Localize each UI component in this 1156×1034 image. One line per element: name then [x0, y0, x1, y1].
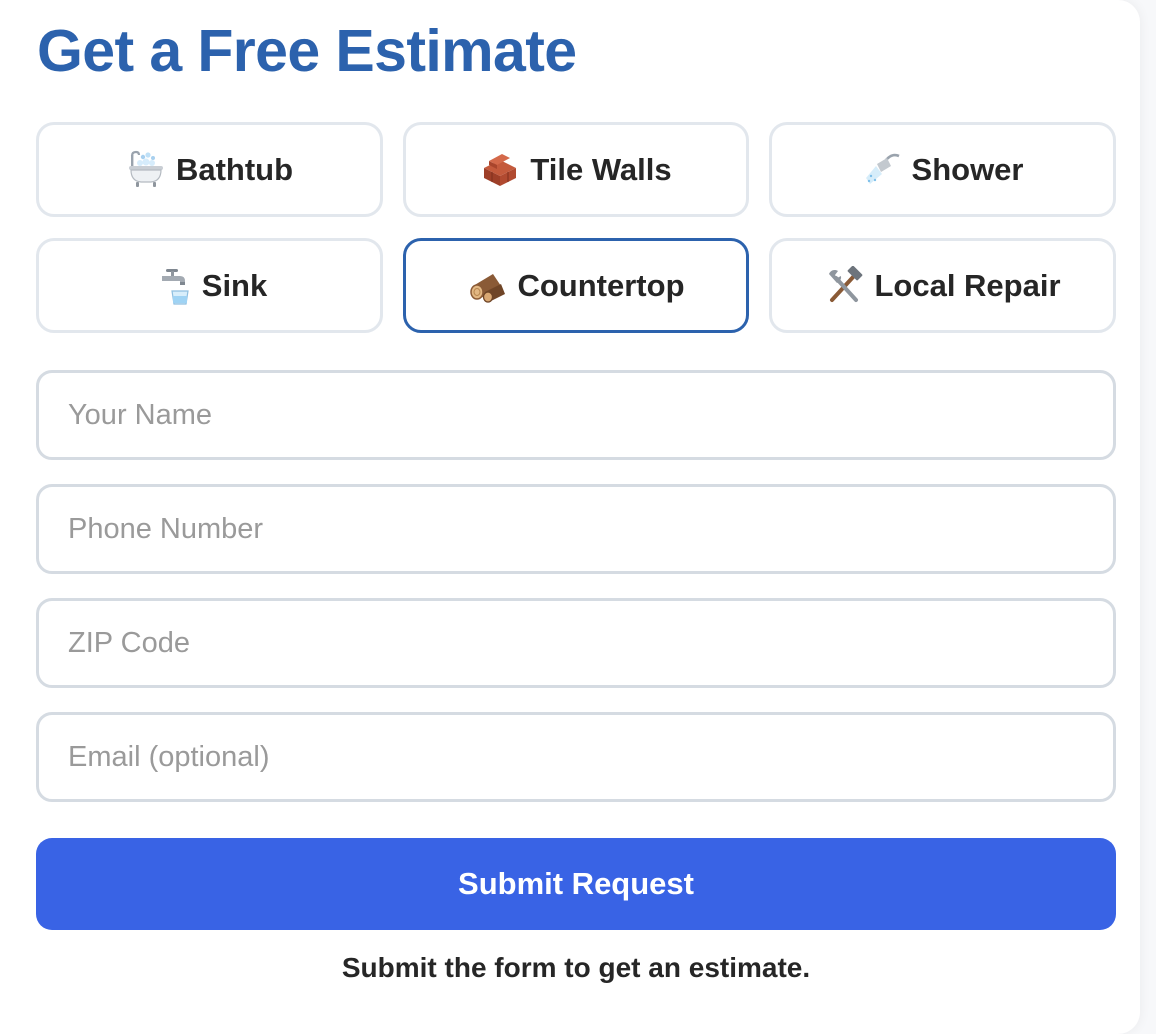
email-input[interactable]	[36, 712, 1116, 802]
service-label: Local Repair	[874, 267, 1061, 303]
wood-log-icon	[467, 266, 507, 306]
service-label: Countertop	[517, 267, 685, 303]
status-message: Submit the form to get an estimate.	[341, 952, 811, 983]
service-tile-walls[interactable]: Tile Walls	[403, 122, 749, 217]
service-label: Shower	[911, 151, 1024, 187]
contact-fields	[36, 370, 1116, 826]
estimate-card: Get a Free Estimate Bathtub Tile Walls S…	[0, 0, 1140, 1034]
page-title: Get a Free Estimate	[37, 18, 577, 84]
bathtub-icon	[126, 150, 166, 190]
submit-button[interactable]: Submit Request	[36, 838, 1116, 930]
service-bathtub[interactable]: Bathtub	[36, 122, 383, 217]
faucet-icon	[152, 266, 192, 306]
shower-icon	[862, 150, 902, 190]
service-shower[interactable]: Shower	[769, 122, 1116, 217]
hammer-wrench-icon	[824, 265, 864, 306]
zip-input[interactable]	[36, 598, 1116, 688]
name-input[interactable]	[36, 370, 1116, 460]
bricks-icon	[480, 150, 520, 190]
service-label: Tile Walls	[530, 151, 672, 187]
service-sink[interactable]: Sink	[36, 238, 383, 333]
service-label: Sink	[201, 267, 268, 303]
service-label: Bathtub	[175, 151, 294, 187]
phone-input[interactable]	[36, 484, 1116, 574]
service-local-repair[interactable]: Local Repair	[769, 238, 1116, 333]
service-countertop[interactable]: Countertop	[403, 238, 749, 333]
service-options: Bathtub Tile Walls Shower Sink Counterto…	[36, 122, 1116, 333]
